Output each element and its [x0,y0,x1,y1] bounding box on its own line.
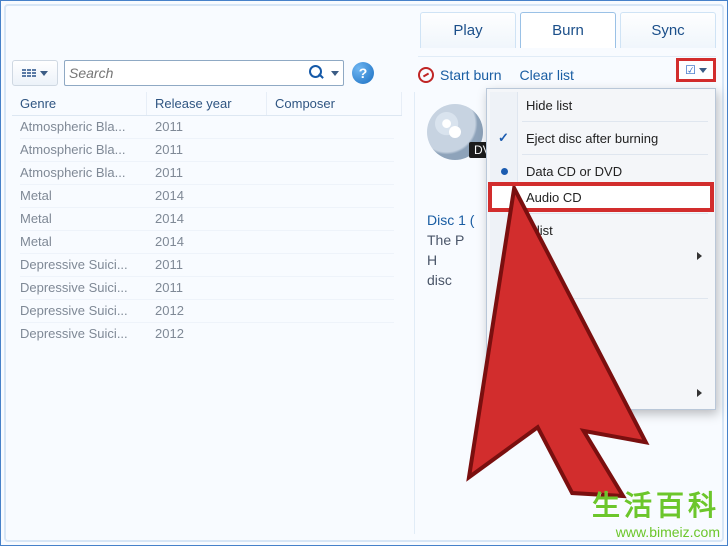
menu-burn-status: rn status [490,328,712,354]
checklist-icon: ☑ [685,63,696,77]
search-input[interactable] [69,65,309,81]
tab-strip: Play Burn Sync [420,12,716,48]
cell-composer [267,208,402,230]
menu-separator [522,154,708,155]
menu-eject-after-burning[interactable]: ✓Eject disc after burning [490,125,712,151]
start-burn-link[interactable]: Start burn [440,67,501,83]
cell-composer [267,185,402,207]
table-row[interactable]: Atmospheric Bla...2011 [12,116,402,138]
cell-genre: Depressive Suici... [12,277,147,299]
cell-year: 2011 [147,254,267,276]
menu-shuffle-list[interactable]: e list [490,217,712,243]
table-row[interactable]: Depressive Suici...2012 [12,300,402,322]
table-row[interactable]: Atmospheric Bla...2011 [12,139,402,161]
view-options-button[interactable] [12,60,58,86]
cell-genre: Depressive Suici... [12,254,147,276]
column-header-genre[interactable]: Genre [12,92,147,115]
table-row[interactable]: Depressive Suici...2011 [12,277,402,299]
cell-composer [267,323,402,345]
submenu-arrow-icon [697,389,702,397]
cell-year: 2011 [147,162,267,184]
cell-composer [267,254,402,276]
cell-year: 2012 [147,323,267,345]
menu-separator [522,298,708,299]
burn-options-context-menu: Hide list ✓Eject disc after burning Data… [486,88,716,410]
cell-year: 2014 [147,208,267,230]
menu-sort-by[interactable]: t by [490,243,712,269]
tab-burn[interactable]: Burn [520,12,616,48]
cell-year: 2011 [147,277,267,299]
cell-genre: Atmospheric Bla... [12,162,147,184]
cell-composer [267,300,402,322]
cell-genre: Metal [12,208,147,230]
cell-genre: Atmospheric Bla... [12,139,147,161]
cell-composer [267,162,402,184]
column-header-release-year[interactable]: Release year [147,92,267,115]
chevron-down-icon [699,68,707,73]
watermark-title: 生活百科 [592,484,720,524]
cell-composer [267,231,402,253]
cell-composer [267,277,402,299]
menu-separator [522,121,708,122]
library-header-row: Genre Release year Composer [12,92,402,116]
help-button[interactable]: ? [352,62,374,84]
menu-data-cd-or-dvd[interactable]: Data CD or DVD [490,158,712,184]
table-row[interactable]: Metal2014 [12,185,402,207]
menu-name-disc[interactable]: disc [490,302,712,328]
cell-year: 2014 [147,231,267,253]
table-row[interactable]: Metal2014 [12,231,402,253]
table-row[interactable]: Depressive Suici...2012 [12,323,402,345]
tab-play[interactable]: Play [420,12,516,48]
watermark-url: www.bimeiz.com [592,524,720,540]
menu-save-list-as[interactable]: st as... [490,269,712,295]
menu-hide-list[interactable]: Hide list [490,92,712,118]
burn-disc-icon [418,67,434,83]
search-input-wrapper[interactable] [64,60,344,86]
table-row[interactable]: Depressive Suici...2011 [12,254,402,276]
tab-sync[interactable]: Sync [620,12,716,48]
table-row[interactable]: Metal2014 [12,208,402,230]
watermark: 生活百科 www.bimeiz.com [592,484,720,540]
submenu-arrow-icon [697,252,702,260]
menu-more-burn-options[interactable]: rn options... [490,354,712,380]
column-header-composer[interactable]: Composer [267,92,402,115]
menu-after-burning[interactable]: h burning... [490,380,712,406]
burn-toolbar: Start burn Clear list [418,56,716,90]
cell-year: 2011 [147,139,267,161]
search-icon[interactable] [309,65,325,81]
burn-options-dropdown-button[interactable]: ☑ [676,58,716,82]
cell-year: 2014 [147,185,267,207]
cell-genre: Depressive Suici... [12,323,147,345]
cell-year: 2012 [147,300,267,322]
cell-genre: Depressive Suici... [12,300,147,322]
cell-genre: Metal [12,185,147,207]
menu-separator [522,213,708,214]
clear-list-link[interactable]: Clear list [519,67,573,83]
cell-year: 2011 [147,116,267,138]
view-grid-icon [22,69,36,77]
menu-audio-cd[interactable]: Audio CD [490,184,712,210]
cell-composer [267,116,402,138]
cell-genre: Atmospheric Bla... [12,116,147,138]
checkmark-icon: ✓ [498,130,509,146]
radio-dot-icon [501,168,508,175]
library-table: Genre Release year Composer Atmospheric … [12,92,402,345]
cell-genre: Metal [12,231,147,253]
table-row[interactable]: Atmospheric Bla...2011 [12,162,402,184]
cell-composer [267,139,402,161]
chevron-down-icon [40,71,48,76]
search-scope-chevron-icon[interactable] [331,71,339,76]
